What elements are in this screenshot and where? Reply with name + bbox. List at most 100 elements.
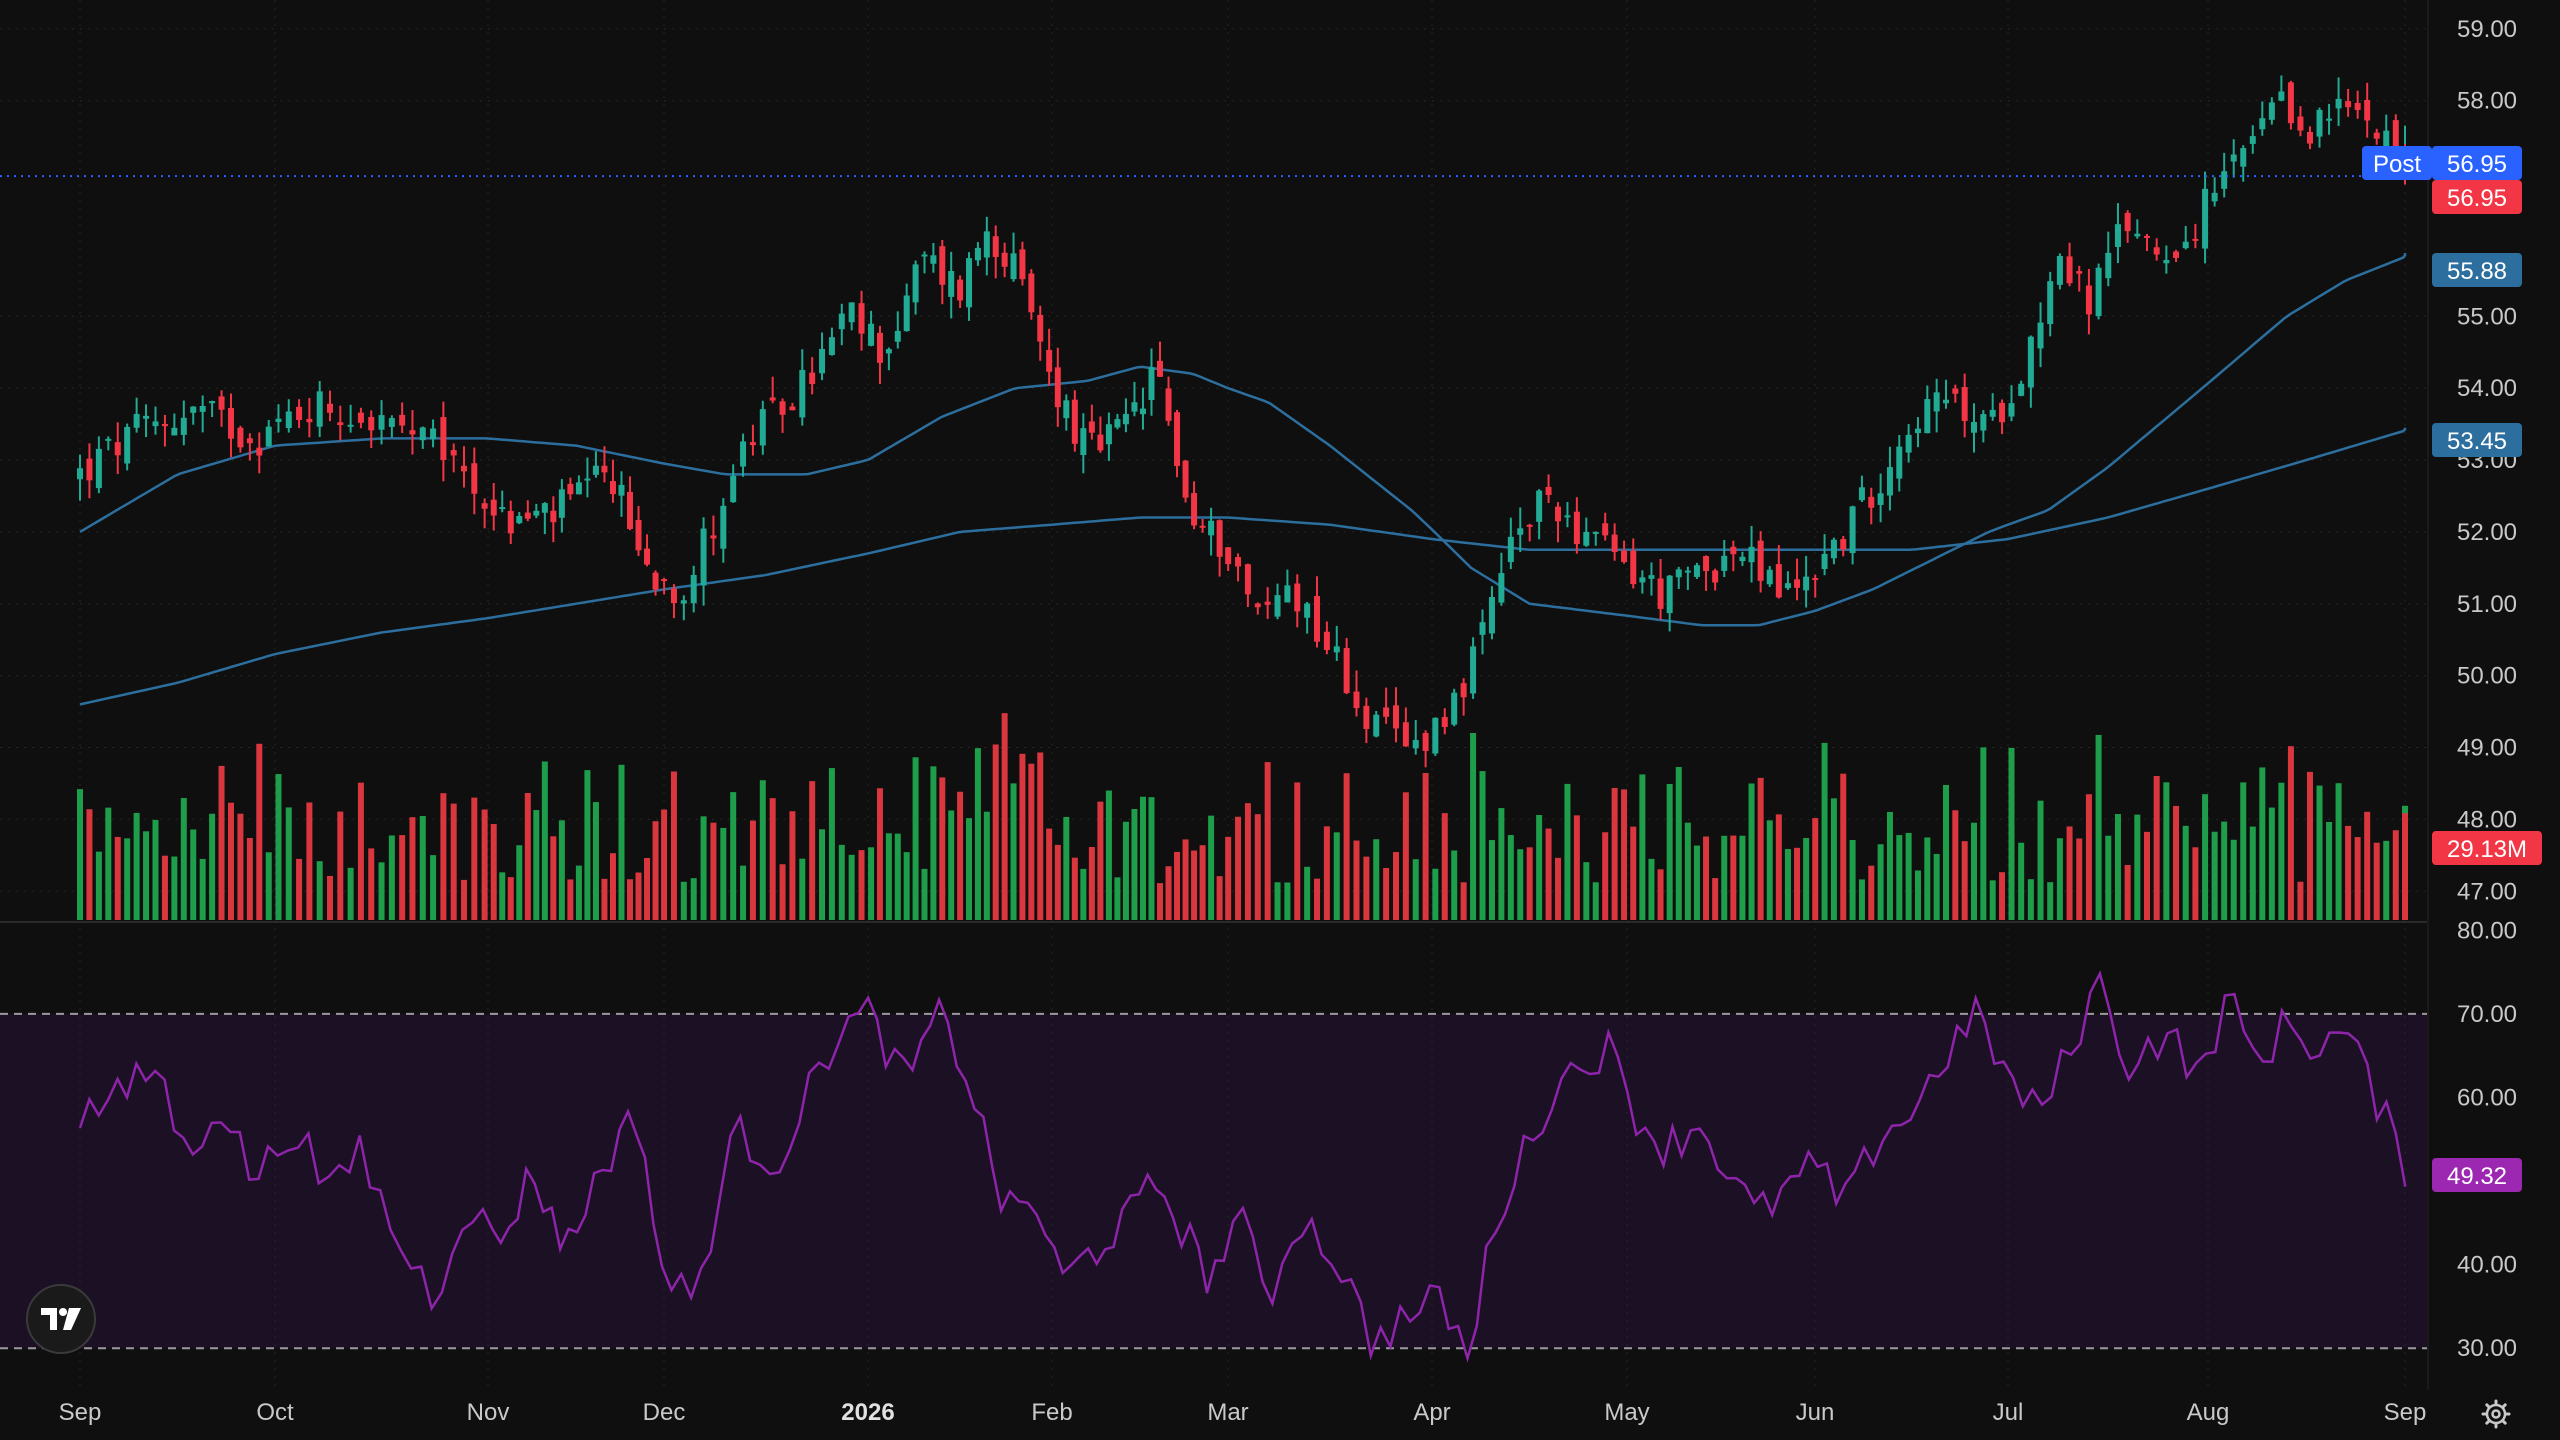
volume-bar — [1001, 713, 1008, 920]
volume-bar — [1961, 841, 1968, 920]
volume-bar — [152, 819, 159, 920]
volume-bar — [124, 838, 131, 920]
volume-bar — [1046, 828, 1053, 920]
candle-body — [275, 418, 282, 423]
volume-bar — [1703, 836, 1710, 920]
candle-body — [1573, 511, 1580, 545]
volume-bar — [1422, 773, 1429, 920]
volume-bar — [1868, 865, 1875, 920]
volume-bar — [2124, 864, 2131, 920]
volume-bar — [974, 748, 981, 920]
candle-body — [1675, 569, 1682, 578]
candle-body — [2027, 336, 2034, 388]
candle-body — [1784, 583, 1791, 589]
candle-body — [635, 519, 642, 551]
candle-body — [347, 424, 354, 427]
candle-body — [1666, 575, 1673, 614]
candle-body — [419, 427, 426, 441]
candle-body — [1812, 578, 1819, 581]
volume-bar — [1803, 837, 1810, 920]
candle-body — [710, 535, 717, 539]
candle-body — [601, 465, 608, 473]
time-axis-label: 2026 — [841, 1399, 894, 1426]
volume-bar — [1284, 882, 1291, 920]
candle-body — [2335, 98, 2342, 109]
volume-bar — [1460, 882, 1467, 920]
candle-body — [1849, 506, 1856, 554]
volume-bar — [930, 766, 937, 920]
candle-body — [1264, 601, 1271, 605]
volume-bar — [1165, 866, 1172, 920]
volume-bar — [327, 875, 334, 920]
candle-body — [105, 438, 112, 441]
volume-bar — [1712, 878, 1719, 920]
volume-bar — [601, 878, 608, 920]
candle-body — [1693, 565, 1700, 577]
volume-bar — [2163, 782, 2170, 920]
volume-bar — [143, 831, 150, 920]
volume-bar — [1684, 822, 1691, 920]
volume-bar — [1131, 808, 1138, 920]
candle-body — [930, 255, 937, 264]
volume-bar — [1343, 773, 1350, 920]
candle-body — [2354, 102, 2361, 110]
candle-body — [1028, 273, 1035, 313]
settings-gear-icon[interactable] — [2476, 1394, 2516, 1434]
candle-body — [1182, 460, 1189, 498]
volume-bar — [1114, 877, 1121, 920]
volume-bar — [368, 848, 375, 920]
candle-body — [838, 313, 845, 330]
volume-bar — [1757, 777, 1764, 920]
candle-body — [1373, 714, 1380, 737]
candle-body — [618, 484, 625, 496]
rsi-band-fill — [0, 1013, 2428, 1349]
volume-bar — [541, 761, 548, 920]
volume-bar — [1333, 832, 1340, 920]
candle-body — [1630, 550, 1637, 585]
candle-body — [1097, 434, 1104, 451]
candle-body — [378, 415, 385, 430]
volume-bar — [1812, 818, 1819, 920]
candle-body — [1105, 424, 1112, 445]
candle-body — [246, 438, 253, 444]
candle-body — [730, 475, 737, 503]
candle-body — [161, 423, 168, 427]
candle-body — [749, 442, 756, 446]
candle-body — [409, 430, 416, 435]
candle-body — [584, 478, 591, 481]
candle-body — [1071, 399, 1078, 444]
time-axis-label: Sep — [2384, 1399, 2427, 1426]
candle-body — [848, 302, 855, 323]
candle-body — [2114, 224, 2121, 247]
volume-bar — [306, 802, 313, 920]
candle-body — [2268, 102, 2275, 120]
rsi-axis-label: 30.00 — [2457, 1335, 2517, 1362]
candle-body — [957, 279, 964, 301]
candle-body — [524, 512, 531, 519]
volume-bar — [237, 813, 244, 920]
candle-body — [2383, 130, 2390, 148]
volume-bar — [1225, 836, 1232, 920]
stock-chart[interactable]: 59.0058.0055.0054.0053.0052.0051.0050.00… — [0, 0, 2560, 1440]
candle-body — [1507, 536, 1514, 563]
volume-bar — [227, 802, 234, 920]
volume-bar — [471, 797, 478, 920]
volume-bar — [2335, 783, 2342, 920]
volume-bar — [1105, 790, 1112, 920]
candle-body — [1165, 388, 1172, 421]
volume-bar — [769, 798, 776, 920]
candle-body — [2278, 91, 2285, 101]
volume-bar — [1517, 849, 1524, 920]
volume-bar — [1383, 867, 1390, 920]
volume-bar — [1174, 851, 1181, 920]
volume-bar — [1840, 773, 1847, 920]
volume-bar — [1971, 822, 1978, 920]
volume-bar — [2383, 840, 2390, 920]
ma-slow-value: 53.45 — [2447, 428, 2507, 455]
candle-body — [550, 510, 557, 523]
candle-body — [2326, 118, 2333, 121]
volume-bar — [275, 774, 282, 920]
candle-body — [2221, 171, 2228, 189]
tradingview-logo[interactable] — [26, 1284, 96, 1354]
volume-bar — [740, 865, 747, 920]
